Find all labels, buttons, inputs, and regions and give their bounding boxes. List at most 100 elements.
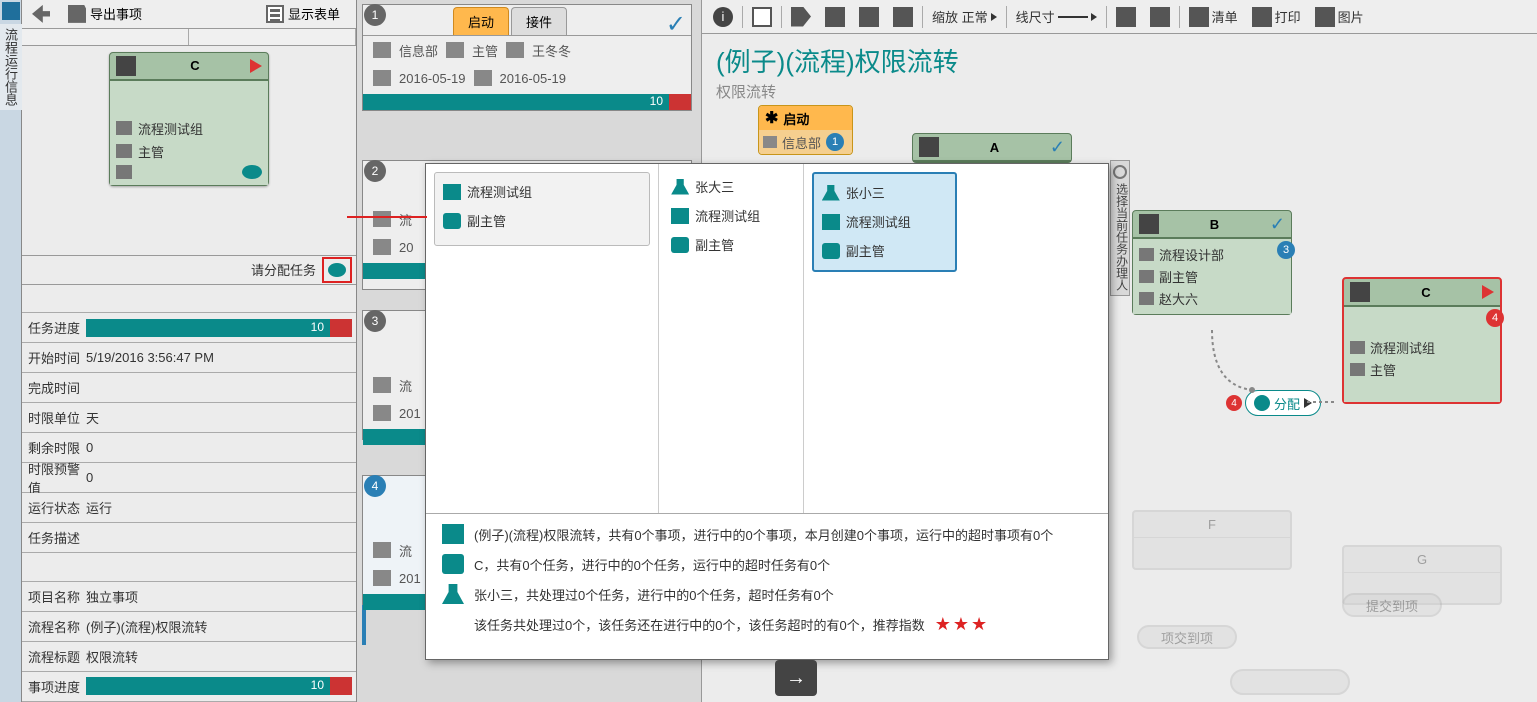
m-desc-k: 任务描述 [22,528,82,547]
node-a[interactable]: A✓ [912,133,1072,163]
role-icon [671,237,689,253]
linesize-select[interactable]: 线尺寸 [1011,4,1102,29]
shuffle-icon [116,56,136,76]
group-icon [443,184,461,200]
pill-faded-1: 项交到项 [1137,625,1237,649]
assign-indicator-icon [242,165,262,179]
role-icon [822,243,840,259]
people-button[interactable] [820,4,850,30]
rail-icon[interactable] [2,2,20,20]
list-button[interactable]: 清单 [1184,4,1243,30]
node-start[interactable]: ✱启动 信息部1 [758,105,853,155]
save-icon [68,5,86,23]
role-icon [1139,270,1154,283]
print-button[interactable]: 打印 [1247,4,1306,30]
p-title-k: 流程标题 [22,647,82,666]
m-end-k: 完成时间 [22,378,82,397]
popup-col-1[interactable]: 流程测试组 副主管 [434,172,650,246]
check-icon: ✓ [1270,214,1285,235]
zoom-select[interactable]: 缩放 正常 [927,4,1002,29]
popup-col-3-selected[interactable]: 张小三 流程测试组 副主管 [812,172,957,272]
title-main: (例子)(流程)权限流转 [716,42,1523,79]
badge-4: 4 [1486,309,1504,327]
export-button[interactable]: 导出事项 [62,2,148,25]
p-flow-v: (例子)(流程)权限流转 [82,617,356,636]
group-icon [1350,341,1365,354]
play-icon [250,59,262,73]
assign-row: 请分配任务 [22,256,356,285]
step-2-badge: 2 [364,160,386,182]
assign-popup: 流程测试组 副主管 张大三 流程测试组 副主管 张小三 流程测试组 副主管 (例… [425,163,1109,660]
task-card-title: C [140,58,250,73]
m-remain-v: 0 [82,440,356,455]
showform-label: 显示表单 [288,4,340,23]
note-button[interactable] [747,4,777,30]
info-button[interactable]: i [708,4,738,30]
arrow-left-icon [32,5,50,23]
tab-start[interactable]: 启动 [453,7,509,35]
export-label: 导出事项 [90,4,142,23]
role-icon [446,42,464,58]
next-button[interactable]: → [775,660,817,696]
task-card-c[interactable]: C 流程测试组 主管 [109,52,269,186]
clock-icon [373,70,391,86]
p-name-v: 独立事项 [82,587,356,606]
popup-stats: (例子)(流程)权限流转，共有0个事项，进行中的0个事项，本月创建0个事项，运行… [426,514,1108,659]
role-icon [1350,363,1365,376]
showform-button[interactable]: 显示表单 [260,2,346,25]
note-icon [752,7,772,27]
user-icon [442,584,464,604]
left-card-area: C 流程测试组 主管 [22,46,356,256]
group-icon [373,211,391,227]
grid-button[interactable] [1145,4,1175,30]
clock-icon [373,239,391,255]
group-icon [822,214,840,230]
rating-stars: ★★★ [935,614,989,635]
card-group: 流程测试组 [138,119,203,138]
group-icon [373,542,391,558]
m-state-v: 运行 [82,498,356,517]
user-icon [506,42,524,58]
share-icon [893,7,913,27]
m-progress-k: 任务进度 [22,318,82,337]
m-state-k: 运行状态 [22,498,82,517]
m-start-k: 开始时间 [22,348,82,367]
assign-button[interactable] [322,257,352,283]
ruler-button[interactable] [1111,4,1141,30]
right-toolbar: i 缩放 正常 线尺寸 清单 打印 图片 [702,0,1537,34]
grid-icon [1150,7,1170,27]
person-icon [116,165,132,179]
popup-col-2[interactable]: 张大三 流程测试组 副主管 [667,172,795,259]
chevron-down-icon [991,13,997,21]
left-panel: 导出事项 显示表单 C 流程测试组 主管 请分配任务 [22,0,357,702]
m-progress-bar: 10 [86,319,352,337]
group-icon [116,121,132,135]
step-3-badge: 3 [364,310,386,332]
group-icon [763,136,777,148]
alloc-icon [1254,395,1270,411]
node-c[interactable]: C 4 流程测试组 主管 [1342,277,1502,404]
p-name-k: 项目名称 [22,587,82,606]
alloc-badge: 4 [1226,395,1242,411]
callout-line [347,216,427,218]
path-button[interactable] [854,4,884,30]
assign-label: 请分配任务 [251,260,316,279]
m-start-v: 5/19/2016 3:56:47 PM [82,350,356,365]
node-b[interactable]: B✓ 3 流程设计部 副主管 赵大六 [1132,210,1292,315]
back-button[interactable] [26,3,56,25]
alloc-pill[interactable]: 4 分配 [1245,390,1321,416]
tag-button[interactable] [786,4,816,30]
badge-1: 1 [826,133,844,151]
people-icon [825,7,845,27]
p-prog-bar: 10 [86,677,352,695]
m-unit-v: 天 [82,408,356,427]
p-flow-k: 流程名称 [22,617,82,636]
ruler-icon [1116,7,1136,27]
tab-receive[interactable]: 接件 [511,7,567,35]
share-button[interactable] [888,4,918,30]
image-button[interactable]: 图片 [1310,4,1369,30]
form-icon [266,5,284,23]
step-1[interactable]: 1 ✓ 启动 接件 信息部 主管 王冬冬 2016-05-19 2 [362,4,692,111]
vertical-side-label[interactable]: 选择当前任务办理人 [1110,160,1130,296]
arrow-right-icon: → [786,667,806,690]
